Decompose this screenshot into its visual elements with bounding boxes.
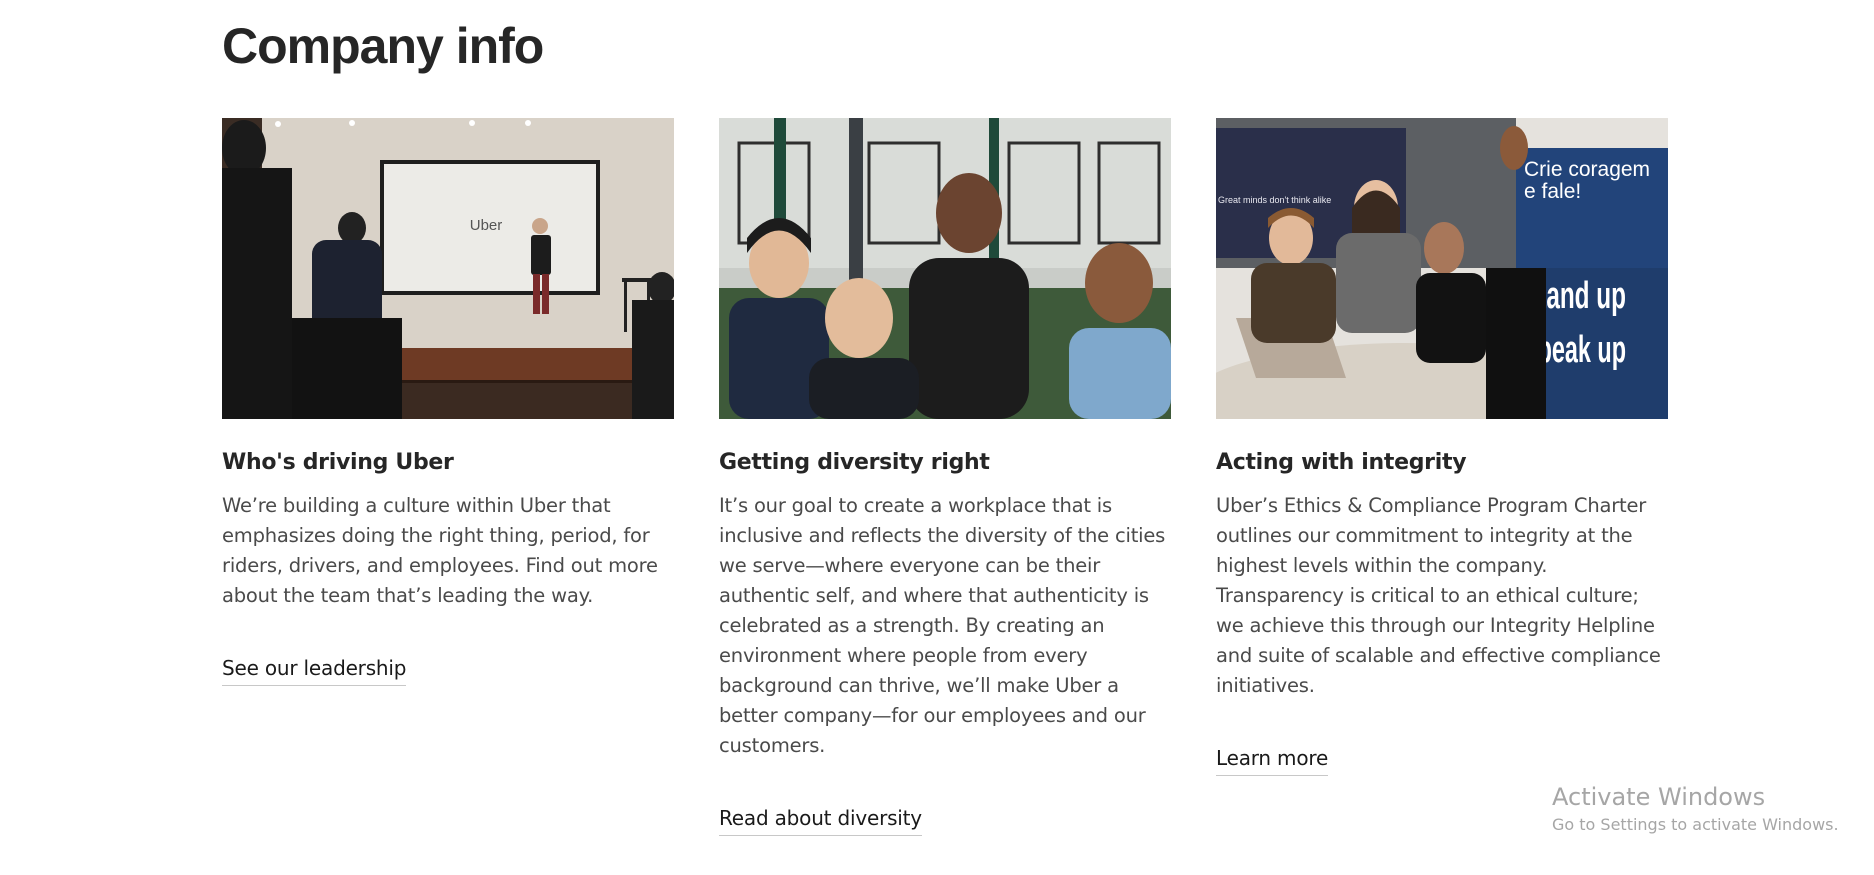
card-heading: Acting with integrity bbox=[1216, 450, 1467, 475]
learn-more-link[interactable]: Learn more bbox=[1216, 745, 1328, 776]
screen-logo-text: Uber bbox=[470, 217, 503, 234]
card-heading: Getting diversity right bbox=[719, 450, 990, 475]
card-description: We’re building a culture within Uber tha… bbox=[222, 494, 658, 607]
windows-activation-watermark: Activate Windows Go to Settings to activ… bbox=[1552, 782, 1839, 836]
watermark-subtitle: Go to Settings to activate Windows. bbox=[1552, 815, 1839, 834]
banner-text-line-1: Crie coragem bbox=[1524, 158, 1650, 181]
screen-text: Great minds don't think alike bbox=[1218, 195, 1331, 205]
diversity-photo bbox=[719, 118, 1171, 419]
card-heading: Who's driving Uber bbox=[222, 450, 454, 475]
read-about-diversity-link[interactable]: Read about diversity bbox=[719, 805, 922, 836]
card-description: It’s our goal to create a workplace that… bbox=[719, 494, 1166, 757]
company-info-page: Company info Uber Who's driving Uber We’… bbox=[0, 0, 1874, 875]
banner-text-line-2: e fale! bbox=[1524, 180, 1581, 203]
section-title: Company info bbox=[222, 18, 544, 74]
watermark-title: Activate Windows bbox=[1552, 783, 1766, 811]
card-leadership: Uber Who's driving Uber We’re building a… bbox=[222, 118, 674, 686]
integrity-photo: Great minds don't think alike Crie corag… bbox=[1216, 118, 1668, 419]
see-our-leadership-link[interactable]: See our leadership bbox=[222, 655, 406, 686]
card-description: Uber’s Ethics & Compliance Program Chart… bbox=[1216, 494, 1661, 697]
leadership-photo: Uber bbox=[222, 118, 674, 419]
card-integrity: Great minds don't think alike Crie corag… bbox=[1216, 118, 1668, 776]
card-diversity: Getting diversity right It’s our goal to… bbox=[719, 118, 1171, 836]
